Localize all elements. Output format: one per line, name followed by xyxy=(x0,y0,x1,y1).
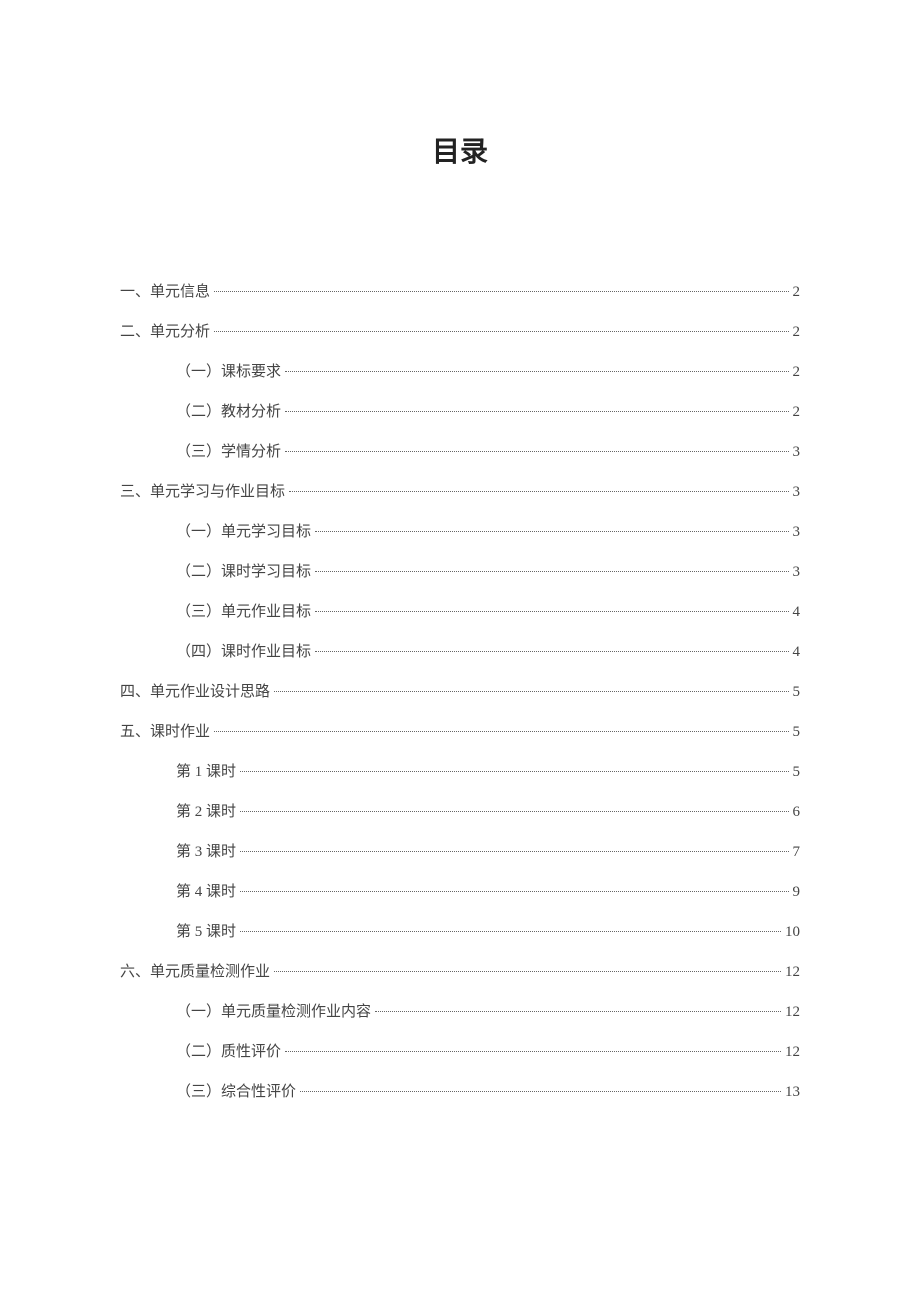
toc-entry: 四、单元作业设计思路 5 xyxy=(120,680,800,704)
toc-dots xyxy=(274,971,781,972)
toc-dots xyxy=(274,691,788,692)
toc-dots xyxy=(285,371,788,372)
toc-entry-label: （二）教材分析 xyxy=(176,400,281,424)
toc-entry-label: 第 4 课时 xyxy=(176,880,236,904)
toc-entry-page: 12 xyxy=(785,1040,800,1064)
toc-entry-page: 5 xyxy=(793,760,801,784)
toc-entry: 二、单元分析 2 xyxy=(120,320,800,344)
toc-entry-label: 二、单元分析 xyxy=(120,320,210,344)
toc-entry-page: 12 xyxy=(785,1000,800,1024)
toc-entry: （四）课时作业目标 4 xyxy=(120,640,800,664)
toc-dots xyxy=(240,931,781,932)
toc-entry-page: 10 xyxy=(785,920,800,944)
toc-dots xyxy=(240,851,788,852)
toc-entry: 第 3 课时 7 xyxy=(120,840,800,864)
toc-entry-label: 第 3 课时 xyxy=(176,840,236,864)
toc-dots xyxy=(214,731,788,732)
toc-entry-label: 三、单元学习与作业目标 xyxy=(120,480,285,504)
toc-entry-label: （三）学情分析 xyxy=(176,440,281,464)
toc-entry-page: 9 xyxy=(793,880,801,904)
toc-dots xyxy=(240,771,788,772)
toc-entry-page: 6 xyxy=(793,800,801,824)
table-of-contents: 一、单元信息2二、单元分析2（一）课标要求2（二）教材分析2（三）学情分析3三、… xyxy=(120,280,800,1104)
toc-entry: （三）学情分析 3 xyxy=(120,440,800,464)
toc-entry-label: （三）单元作业目标 xyxy=(176,600,311,624)
toc-entry-label: （三）综合性评价 xyxy=(176,1080,296,1104)
toc-entry: （一）单元质量检测作业内容 12 xyxy=(120,1000,800,1024)
toc-entry-page: 2 xyxy=(793,400,801,424)
toc-entry-page: 7 xyxy=(793,840,801,864)
toc-entry-label: （一）单元质量检测作业内容 xyxy=(176,1000,371,1024)
toc-entry: 一、单元信息 2 xyxy=(120,280,800,304)
toc-entry-label: （二）课时学习目标 xyxy=(176,560,311,584)
toc-dots xyxy=(240,811,788,812)
toc-entry-page: 2 xyxy=(793,280,801,304)
toc-entry: 第 1 课时 5 xyxy=(120,760,800,784)
toc-entry: （一）课标要求 2 xyxy=(120,360,800,384)
toc-entry-page: 13 xyxy=(785,1080,800,1104)
toc-entry-label: （二）质性评价 xyxy=(176,1040,281,1064)
toc-entry: 第 5 课时 10 xyxy=(120,920,800,944)
toc-entry-page: 4 xyxy=(793,600,801,624)
toc-entry: 第 4 课时 9 xyxy=(120,880,800,904)
toc-entry: 第 2 课时 6 xyxy=(120,800,800,824)
toc-entry-label: （一）单元学习目标 xyxy=(176,520,311,544)
toc-dots xyxy=(240,891,788,892)
toc-entry-label: 四、单元作业设计思路 xyxy=(120,680,270,704)
toc-entry-page: 2 xyxy=(793,320,801,344)
toc-entry-label: 五、课时作业 xyxy=(120,720,210,744)
toc-entry: （二）质性评价 12 xyxy=(120,1040,800,1064)
toc-entry-page: 3 xyxy=(793,560,801,584)
toc-entry: （三）综合性评价 13 xyxy=(120,1080,800,1104)
toc-entry-label: 第 2 课时 xyxy=(176,800,236,824)
toc-entry-label: 一、单元信息 xyxy=(120,280,210,304)
toc-dots xyxy=(285,451,788,452)
toc-entry: （二）课时学习目标 3 xyxy=(120,560,800,584)
toc-dots xyxy=(285,1051,781,1052)
toc-entry-label: （四）课时作业目标 xyxy=(176,640,311,664)
toc-dots xyxy=(300,1091,781,1092)
toc-entry: （一）单元学习目标 3 xyxy=(120,520,800,544)
toc-entry-page: 4 xyxy=(793,640,801,664)
page-title: 目录 xyxy=(120,130,800,170)
toc-entry-label: 第 5 课时 xyxy=(176,920,236,944)
toc-entry-page: 5 xyxy=(793,720,801,744)
toc-dots xyxy=(315,571,788,572)
toc-entry: （三）单元作业目标 4 xyxy=(120,600,800,624)
toc-dots xyxy=(285,411,788,412)
toc-entry-label: 六、单元质量检测作业 xyxy=(120,960,270,984)
toc-entry: 三、单元学习与作业目标 3 xyxy=(120,480,800,504)
toc-entry-page: 5 xyxy=(793,680,801,704)
toc-entry: 五、课时作业 5 xyxy=(120,720,800,744)
toc-dots xyxy=(315,651,788,652)
toc-dots xyxy=(214,291,788,292)
toc-entry-page: 3 xyxy=(793,480,801,504)
toc-dots xyxy=(315,611,788,612)
toc-dots xyxy=(214,331,788,332)
toc-entry-page: 3 xyxy=(793,440,801,464)
toc-entry-page: 2 xyxy=(793,360,801,384)
toc-dots xyxy=(289,491,788,492)
toc-entry-label: 第 1 课时 xyxy=(176,760,236,784)
toc-entry: （二）教材分析 2 xyxy=(120,400,800,424)
toc-entry: 六、单元质量检测作业 12 xyxy=(120,960,800,984)
toc-entry-label: （一）课标要求 xyxy=(176,360,281,384)
toc-entry-page: 3 xyxy=(793,520,801,544)
toc-dots xyxy=(315,531,788,532)
document-page: 目录 一、单元信息 2 二、单元分析 2 （一）课标要求 2 （二）教材分析 2 （三）学情分析… xyxy=(0,0,920,1104)
toc-entry-page: 12 xyxy=(785,960,800,984)
toc-dots xyxy=(375,1011,781,1012)
